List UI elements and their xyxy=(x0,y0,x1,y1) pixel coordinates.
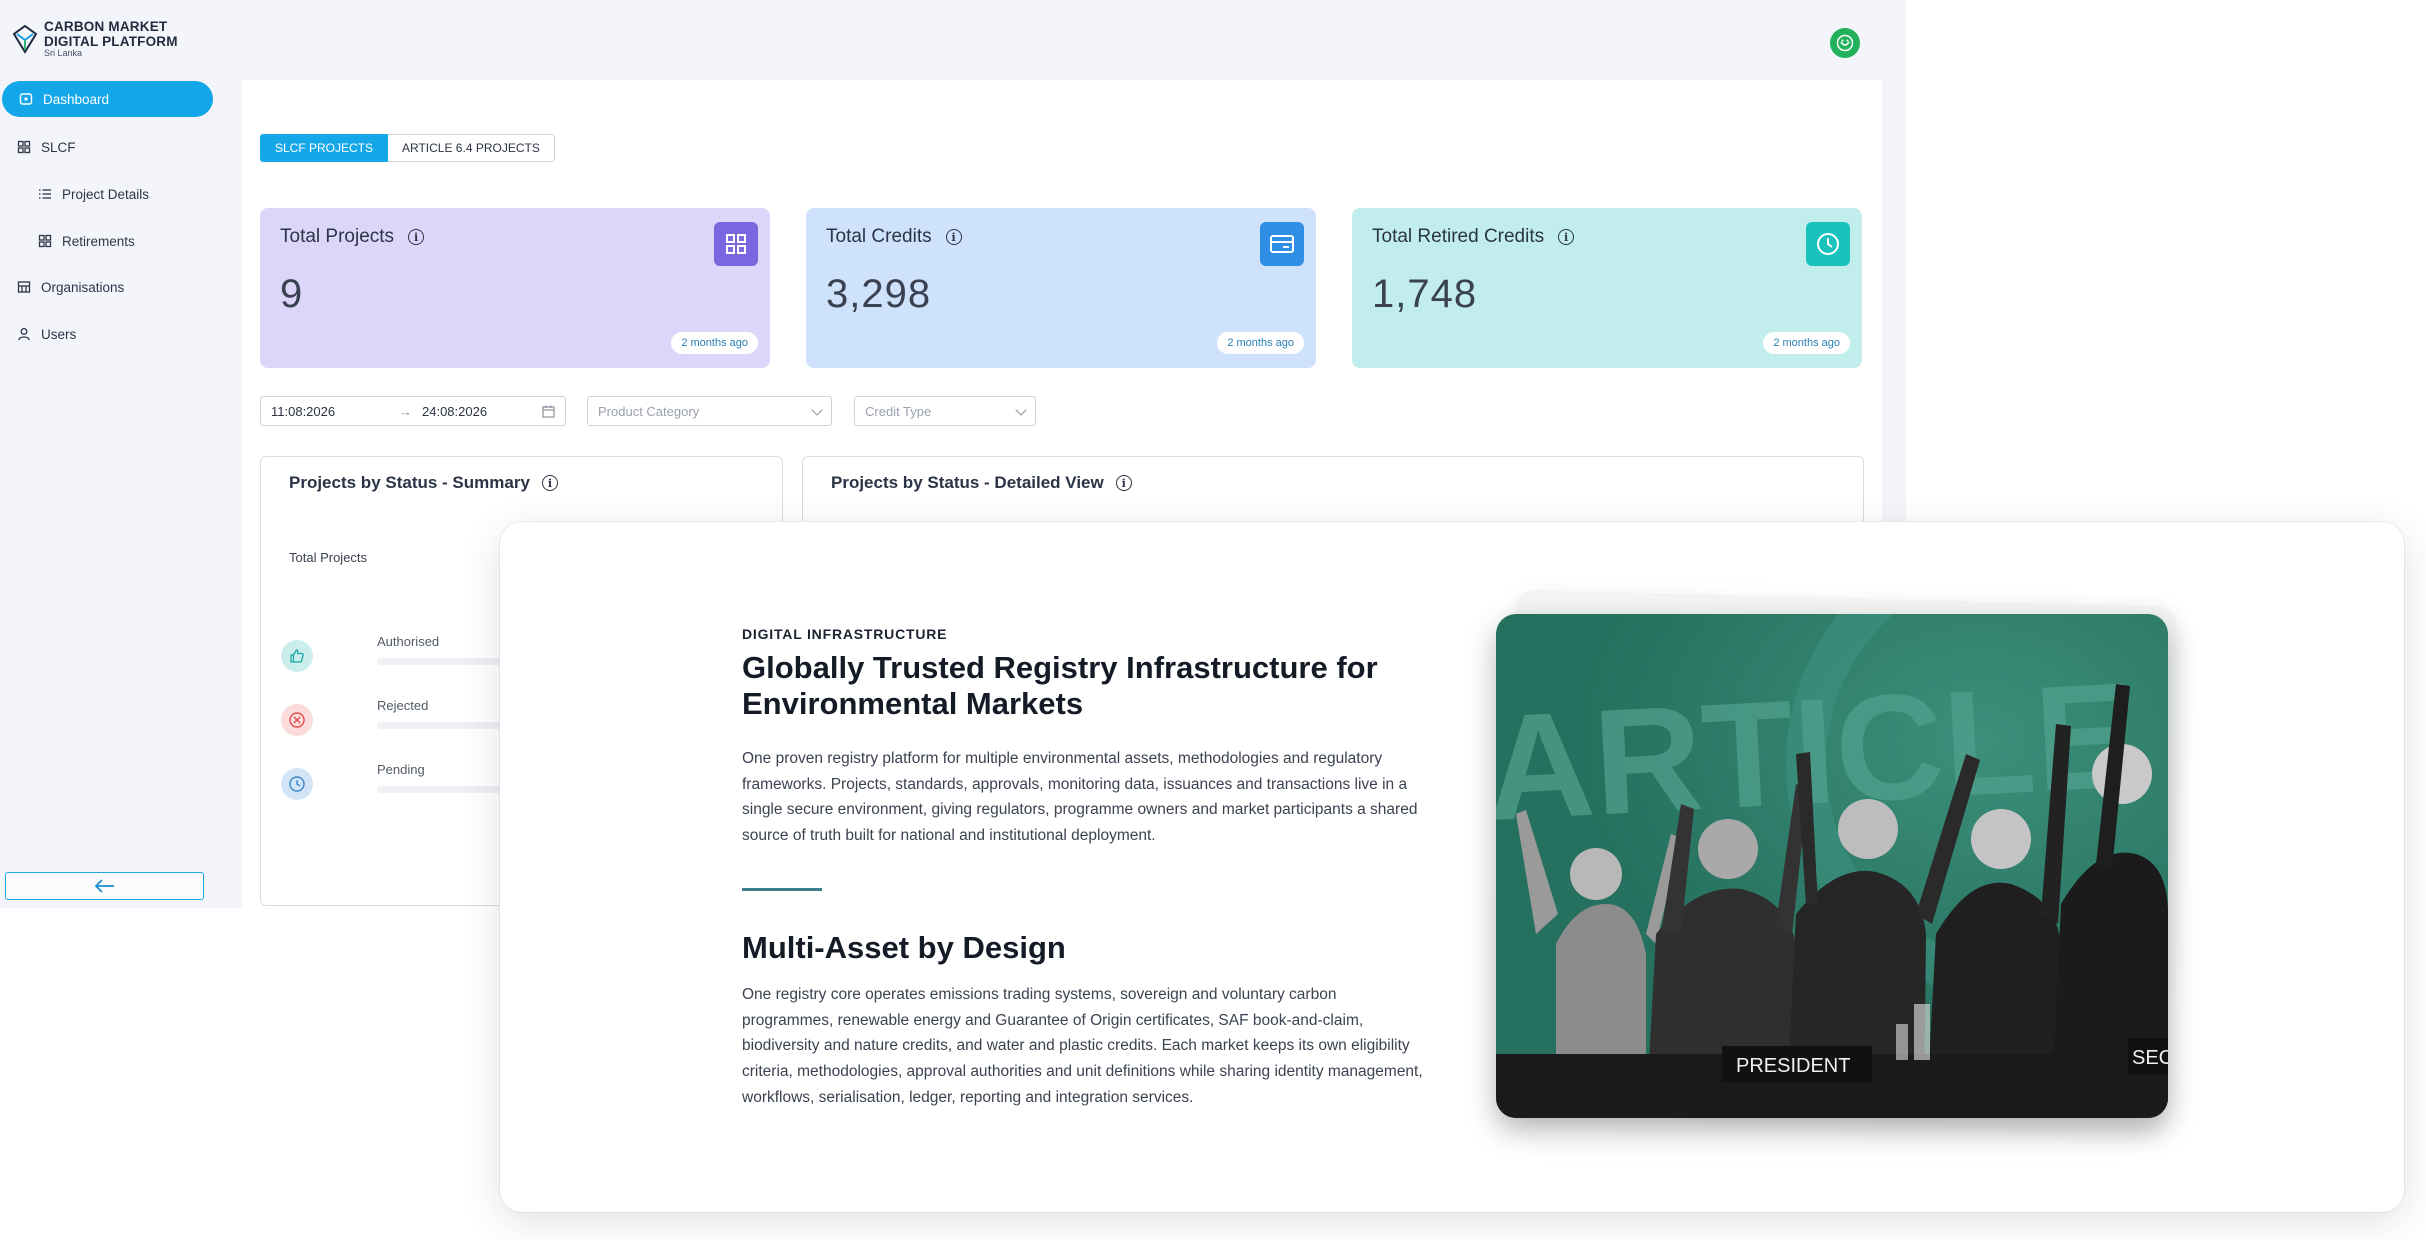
kpi-timestamp-badge: 2 months ago xyxy=(1763,332,1850,354)
tab-slcf-projects[interactable]: SLCF PROJECTS xyxy=(260,134,389,162)
podium-label-secondary: SEC xyxy=(2132,1047,2168,1069)
dashboard-icon xyxy=(19,93,33,105)
sidebar-item-users[interactable]: Users xyxy=(0,316,76,352)
app-logo[interactable]: CARBON MARKET DIGITAL PLATFORM Sri Lanka xyxy=(12,19,178,59)
sidebar-item-label: SLCF xyxy=(41,139,76,155)
panel-title: Projects by Status - Detailed View xyxy=(831,473,1104,492)
feature-card: DIGITAL INFRASTRUCTURE Globally Trusted … xyxy=(500,522,2404,1212)
grid-icon xyxy=(714,222,758,266)
podium-label: PRESIDENT xyxy=(1736,1055,1850,1077)
kpi-card-total-retired-credits: Total Retired Credits i 1,748 2 months ag… xyxy=(1352,208,1862,368)
calendar-icon xyxy=(542,405,555,418)
sidebar-item-retirements[interactable]: Retirements xyxy=(0,223,135,259)
credit-card-icon xyxy=(1260,222,1304,266)
total-projects-label: Total Projects xyxy=(289,550,368,565)
kpi-value: 1,748 xyxy=(1372,272,1478,316)
kpi-title: Total Credits xyxy=(826,226,932,247)
panel-title: Projects by Status - Summary xyxy=(289,473,530,492)
sidebar-item-project-details[interactable]: Project Details xyxy=(0,176,149,212)
date-from[interactable]: 11:08:2026 xyxy=(271,404,389,419)
sidebar-item-label: Dashboard xyxy=(43,91,110,107)
arrow-left-icon xyxy=(94,879,114,893)
section-eyebrow: DIGITAL INFRASTRUCTURE xyxy=(742,626,948,642)
kpi-value: 9 xyxy=(280,272,304,316)
logo-title-line2: DIGITAL PLATFORM xyxy=(44,33,178,49)
sidebar-item-label: Project Details xyxy=(62,186,150,202)
subsection-heading: Multi-Asset by Design xyxy=(742,930,1066,965)
logo-country: Sri Lanka xyxy=(44,48,83,59)
chevron-down-icon xyxy=(1015,404,1027,416)
kpi-timestamp-badge: 2 months ago xyxy=(671,332,758,354)
info-icon[interactable]: i xyxy=(541,475,558,491)
section-paragraph: One proven registry platform for multipl… xyxy=(742,750,1418,845)
status-label: Authorised xyxy=(377,634,440,649)
credit-type-select[interactable]: Credit Type xyxy=(854,396,1036,426)
sidebar-item-label: Organisations xyxy=(41,279,125,295)
thumbs-up-icon xyxy=(281,640,313,672)
subsection-paragraph: One registry core operates emissions tra… xyxy=(742,986,1423,1106)
avatar-icon xyxy=(1836,34,1854,52)
logo-title-line1: CARBON MARKET xyxy=(44,19,168,34)
product-category-placeholder: Product Category xyxy=(598,403,700,419)
kpi-timestamp-badge: 2 months ago xyxy=(1217,332,1304,354)
grid-icon xyxy=(17,140,31,154)
sidebar-item-label: Users xyxy=(41,326,77,342)
clock-icon xyxy=(1806,222,1850,266)
list-icon xyxy=(39,189,51,199)
info-icon[interactable]: i xyxy=(1115,475,1132,491)
project-tabs: SLCF PROJECTS ARTICLE 6.4 PROJECTS xyxy=(260,134,555,162)
info-icon[interactable]: i xyxy=(945,229,962,245)
grid-icon xyxy=(38,234,52,248)
tab-article-6-4-projects[interactable]: ARTICLE 6.4 PROJECTS xyxy=(388,134,555,162)
credit-type-placeholder: Credit Type xyxy=(865,403,932,419)
product-category-select[interactable]: Product Category xyxy=(587,396,832,426)
photo-illustration: ARTICLE - 6 xyxy=(1496,614,2168,1118)
article-6-photo: ARTICLE - 6 xyxy=(1496,614,2168,1118)
building-icon xyxy=(17,281,31,293)
x-circle-icon xyxy=(281,704,313,736)
arrow-right-icon: → xyxy=(399,403,412,419)
user-icon xyxy=(18,328,30,341)
user-avatar[interactable] xyxy=(1830,28,1860,58)
kpi-card-total-credits: Total Credits i 3,298 2 months ago xyxy=(806,208,1316,368)
logo-diamond-icon xyxy=(12,25,38,55)
sidebar-item-slcf[interactable]: SLCF xyxy=(0,129,76,165)
kpi-card-total-projects: Total Projects i 9 2 months ago xyxy=(260,208,770,368)
info-icon[interactable]: i xyxy=(1558,229,1575,245)
sidebar-collapse-button[interactable] xyxy=(5,872,204,900)
date-range-picker[interactable]: 11:08:2026 → 24:08:2026 xyxy=(260,396,566,426)
section-heading: Globally Trusted Registry Infrastructure… xyxy=(742,650,1378,721)
date-to[interactable]: 24:08:2026 xyxy=(422,404,487,419)
kpi-title: Total Retired Credits xyxy=(1372,226,1545,247)
info-icon[interactable]: i xyxy=(408,229,425,245)
clock-icon xyxy=(281,768,313,800)
kpi-title: Total Projects xyxy=(280,226,395,247)
chevron-down-icon xyxy=(811,404,823,416)
sidebar-item-organisations[interactable]: Organisations xyxy=(0,269,124,305)
status-label: Pending xyxy=(377,762,425,777)
section-divider xyxy=(742,888,822,891)
sidebar-item-dashboard[interactable]: Dashboard xyxy=(2,81,213,117)
status-label: Rejected xyxy=(377,698,429,713)
sidebar-item-label: Retirements xyxy=(62,233,135,249)
kpi-value: 3,298 xyxy=(826,272,932,316)
